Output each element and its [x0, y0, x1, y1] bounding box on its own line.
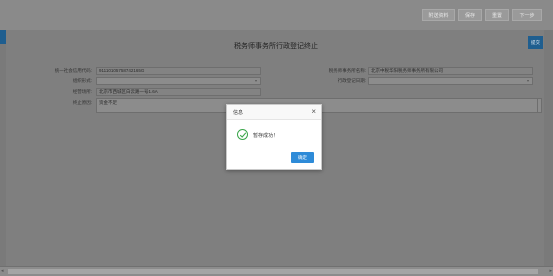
- reg-date-field[interactable]: ▾: [368, 76, 533, 85]
- address-label: 经营场所:: [72, 89, 92, 94]
- reason-label: 终止原因:: [72, 100, 92, 105]
- dialog-header: 信息 ×: [227, 105, 321, 120]
- scroll-left-icon[interactable]: ◂: [1, 268, 4, 274]
- form-row-2: 组织形式: ▾ 行政登记日期: ▾: [14, 76, 533, 85]
- firm-name-label: 税务师事务所名称:: [328, 68, 366, 73]
- close-icon[interactable]: ×: [311, 107, 316, 116]
- reset-button[interactable]: 重置: [485, 9, 509, 21]
- credit-code-field[interactable]: 91110105758742165G: [96, 66, 261, 75]
- submit-side-button[interactable]: 提交: [528, 36, 543, 49]
- reg-date-label: 行政登记日期:: [337, 78, 366, 83]
- save-button[interactable]: 保存: [458, 9, 482, 21]
- org-form-select[interactable]: ▾: [96, 76, 261, 85]
- ok-button[interactable]: 确定: [291, 152, 314, 163]
- success-check-icon: [237, 129, 248, 140]
- top-toolbar: 附送资料 保存 重置 下一步: [0, 0, 553, 30]
- textarea-scrollbar[interactable]: [537, 99, 541, 112]
- dialog-title: 信息: [233, 110, 244, 116]
- dropdown-arrow-icon: ▾: [255, 77, 258, 83]
- horizontal-scrollbar[interactable]: ◂ ▸: [0, 266, 553, 276]
- attach-materials-button[interactable]: 附送资料: [422, 9, 455, 21]
- page-title: 税务师事务所行政登记终止: [234, 43, 318, 50]
- reason-value: 资金不足: [99, 100, 117, 105]
- calendar-arrow-icon: ▾: [527, 77, 530, 83]
- scrollbar-thumb[interactable]: [8, 269, 538, 274]
- credit-code-label: 统一社会信用代码:: [54, 68, 92, 73]
- form-row-3: 经营场所: 北京市西城区白云路一号1.6A: [14, 87, 533, 96]
- form-row-1: 统一社会信用代码: 91110105758742165G 税务师事务所名称: 北…: [14, 66, 533, 75]
- dialog-message: 暂存成功！: [253, 133, 279, 139]
- info-dialog: 信息 × 暂存成功！ 确定: [226, 104, 322, 170]
- firm-name-field[interactable]: 北京中税华阳税务师事务所有限公司: [368, 66, 533, 75]
- vertical-scrollbar[interactable]: [544, 30, 553, 268]
- org-form-label: 组织形式:: [72, 78, 92, 83]
- scroll-right-icon[interactable]: ▸: [549, 268, 552, 274]
- address-field[interactable]: 北京市西城区白云路一号1.6A: [96, 87, 261, 96]
- next-step-button[interactable]: 下一步: [512, 9, 542, 21]
